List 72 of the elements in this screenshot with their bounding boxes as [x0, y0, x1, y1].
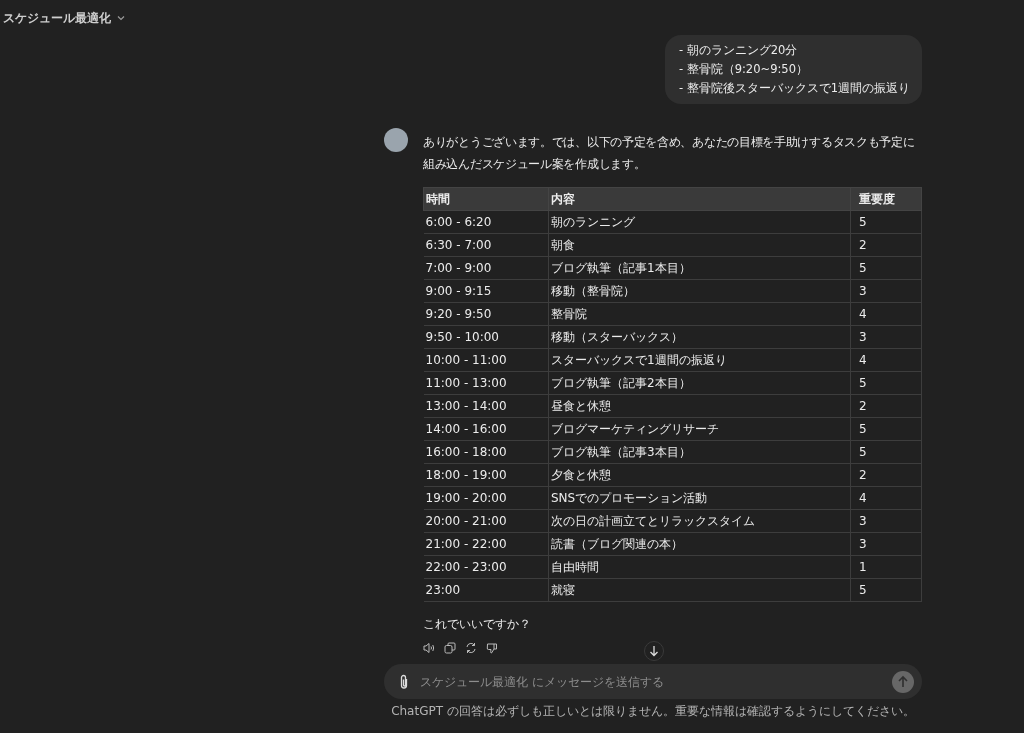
table-cell: 4: [850, 348, 922, 372]
speaker-icon[interactable]: [423, 642, 435, 654]
table-cell: 4: [850, 486, 922, 510]
table-cell: 22:00 - 23:00: [423, 555, 549, 579]
table-cell: 移動（整骨院）: [548, 279, 851, 303]
column-header: 重要度: [850, 187, 922, 211]
table-cell: 夕食と休憩: [548, 463, 851, 487]
table-cell: 1: [850, 555, 922, 579]
table-cell: 5: [850, 210, 922, 234]
table-cell: 朝食: [548, 233, 851, 257]
table-cell: ブログ執筆（記事2本目）: [548, 371, 851, 395]
table-cell: 6:00 - 6:20: [423, 210, 549, 234]
table-cell: ブログ執筆（記事1本目）: [548, 256, 851, 280]
chevron-down-icon[interactable]: [117, 15, 125, 21]
table-cell: 3: [850, 279, 922, 303]
message-line: - 朝のランニング20分: [678, 42, 799, 59]
table-cell: 2: [850, 394, 922, 418]
refresh-icon[interactable]: [465, 642, 477, 654]
table-cell: 23:00: [423, 578, 549, 602]
message-line: - 整骨院（9:20~9:50）: [678, 61, 809, 78]
message-line: - 整骨院後スターバックスで1週間の振返り: [678, 80, 910, 97]
table-cell: 19:00 - 20:00: [423, 486, 549, 510]
send-button[interactable]: [892, 670, 914, 693]
table-cell: 21:00 - 22:00: [423, 532, 549, 556]
table-cell: 2: [850, 463, 922, 487]
scroll-down-button[interactable]: [644, 641, 664, 661]
table-cell: SNSでのプロモーション活動: [548, 486, 851, 510]
table-cell: 13:00 - 14:00: [423, 394, 549, 418]
table-cell: ブログ執筆（記事3本目）: [548, 440, 851, 464]
table-cell: 5: [850, 417, 922, 441]
table-cell: 次の日の計画立てとリラックスタイム: [548, 509, 851, 533]
table-cell: ブログマーケティングリサーチ: [548, 417, 851, 441]
table-cell: 16:00 - 18:00: [423, 440, 549, 464]
disclaimer-text: ChatGPT の回答は必ずしも正しいとは限りません。重要な情報は確認するようにしてください。: [390, 703, 916, 720]
chat-title[interactable]: スケジュール最適化: [3, 9, 111, 27]
table-cell: 5: [850, 256, 922, 280]
table-cell: 整骨院: [548, 302, 851, 326]
table-cell: 3: [850, 325, 922, 349]
table-cell: 5: [850, 371, 922, 395]
table-cell: 9:00 - 9:15: [423, 279, 549, 303]
table-cell: 7:00 - 9:00: [423, 256, 549, 280]
copy-icon[interactable]: [444, 642, 456, 654]
table-cell: 昼食と休憩: [548, 394, 851, 418]
message-input-field[interactable]: スケジュール最適化 にメッセージを送信する: [418, 673, 892, 690]
table-cell: 14:00 - 16:00: [423, 417, 549, 441]
table-cell: 3: [850, 532, 922, 556]
table-cell: 6:30 - 7:00: [423, 233, 549, 257]
table-cell: 3: [850, 509, 922, 533]
table-cell: 4: [850, 302, 922, 326]
table-cell: 9:20 - 9:50: [423, 302, 549, 326]
column-header: 時間: [423, 187, 549, 211]
table-cell: 5: [850, 578, 922, 602]
table-cell: 自由時間: [548, 555, 851, 579]
table-cell: 11:00 - 13:00: [423, 371, 549, 395]
table-cell: 朝のランニング: [548, 210, 851, 234]
table-cell: 5: [850, 440, 922, 464]
table-cell: 移動（スターバックス）: [548, 325, 851, 349]
assistant-text: ありがとうございます。では、以下の予定を含め、あなたの目標を手助けするタスクも予定に組み込んだスケジュール案を作成します。: [423, 134, 916, 173]
table-cell: 就寝: [548, 578, 851, 602]
table-cell: 2: [850, 233, 922, 257]
table-cell: 18:00 - 19:00: [423, 463, 549, 487]
table-cell: スターバックスで1週間の振返り: [548, 348, 851, 372]
assistant-text: これでいいですか？: [423, 616, 532, 633]
table-cell: 10:00 - 11:00: [423, 348, 549, 372]
table-cell: 20:00 - 21:00: [423, 509, 549, 533]
column-header: 内容: [548, 187, 851, 211]
avatar: [384, 128, 408, 152]
table-cell: 9:50 - 10:00: [423, 325, 549, 349]
message-composer[interactable]: スケジュール最適化 にメッセージを送信する: [384, 664, 922, 699]
table-cell: 読書（ブログ関連の本）: [548, 532, 851, 556]
thumbs-down-icon[interactable]: [486, 642, 498, 654]
paperclip-icon[interactable]: [398, 673, 410, 690]
